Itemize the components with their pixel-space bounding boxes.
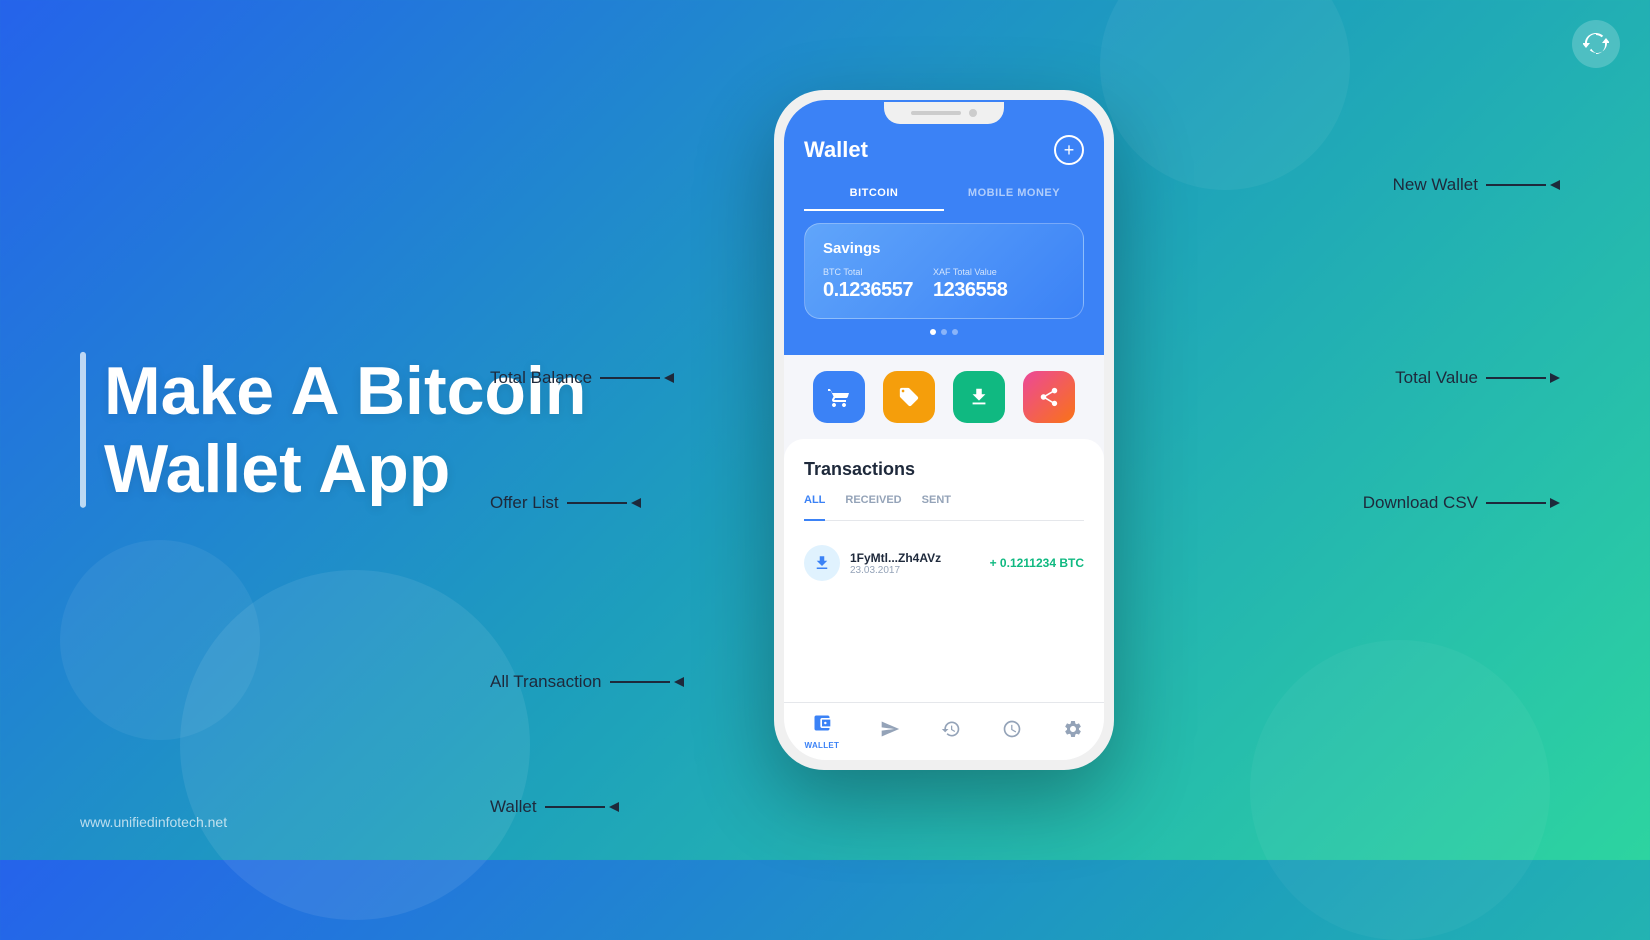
nav-clock[interactable]	[1002, 719, 1022, 744]
btc-total-label: BTC Total	[823, 267, 913, 277]
savings-values: BTC Total 0.1236557 XAF Total Value 1236…	[823, 267, 1065, 302]
logo-icon	[1572, 20, 1620, 68]
transaction-icon	[804, 545, 840, 581]
phone-screen: Wallet + BITCOIN MOBILE MONEY Savings BT…	[784, 100, 1104, 760]
wallet-nav-label-annotation: Wallet	[490, 797, 619, 817]
tab-mobile-money[interactable]: MOBILE MONEY	[944, 177, 1084, 211]
nav-history[interactable]	[941, 719, 961, 744]
bottom-navigation: WALLET	[784, 702, 1104, 760]
tab-bitcoin[interactable]: BITCOIN	[804, 177, 944, 211]
new-wallet-button[interactable]: +	[1054, 135, 1084, 165]
wallet-tabs: BITCOIN MOBILE MONEY	[804, 177, 1084, 211]
total-value-label: Total Value	[1395, 368, 1560, 388]
tab-all[interactable]: ALL	[804, 494, 825, 521]
transaction-tabs: ALL RECEIVED SENT	[804, 494, 1084, 521]
xaf-total-col: XAF Total Value 1236558	[933, 267, 1007, 302]
offer-list-label: Offer List	[490, 493, 641, 513]
transactions-title: Transactions	[804, 459, 1084, 480]
send-nav-icon	[880, 719, 900, 744]
tab-sent[interactable]: SENT	[922, 494, 951, 512]
dot-2	[941, 329, 947, 335]
website-credit: www.unifiedinfotech.net	[80, 814, 227, 830]
notch-line	[911, 111, 961, 115]
savings-card-title: Savings	[823, 240, 1065, 257]
offer-list-button[interactable]	[813, 371, 865, 423]
dot-3	[952, 329, 958, 335]
title-border	[80, 352, 86, 508]
phone-notch	[884, 102, 1004, 124]
transaction-info: 1FyMtl...Zh4AVz 23.03.2017	[850, 551, 980, 576]
nav-send[interactable]	[880, 719, 900, 744]
total-balance-label: Total Balance	[490, 368, 674, 388]
btc-total-value: 0.1236557	[823, 279, 913, 301]
wallet-nav-icon	[812, 713, 832, 738]
all-transaction-label: All Transaction	[490, 672, 684, 692]
history-nav-icon	[941, 719, 961, 744]
new-wallet-label: New Wallet	[1393, 175, 1560, 195]
download-csv-button[interactable]	[953, 371, 1005, 423]
notch-dot	[969, 109, 977, 117]
tab-received[interactable]: RECEIVED	[845, 494, 901, 512]
xaf-total-label: XAF Total Value	[933, 267, 1007, 277]
bg-circle-2	[60, 540, 260, 740]
download-csv-label: Download CSV	[1363, 493, 1560, 513]
tag-button[interactable]	[883, 371, 935, 423]
nav-settings[interactable]	[1063, 719, 1083, 744]
xaf-total-value: 1236558	[933, 279, 1007, 301]
app-header-title: Wallet	[804, 137, 868, 163]
bg-circle-3	[1100, 0, 1350, 190]
share-button[interactable]	[1023, 371, 1075, 423]
transaction-item: 1FyMtl...Zh4AVz 23.03.2017 + 0.1211234 B…	[804, 537, 1084, 589]
card-dots	[804, 329, 1084, 335]
wallet-nav-label: WALLET	[805, 741, 840, 750]
transactions-section: Transactions ALL RECEIVED SENT 1FyMtl...…	[784, 439, 1104, 702]
transaction-address: 1FyMtl...Zh4AVz	[850, 551, 980, 565]
nav-wallet[interactable]: WALLET	[805, 713, 840, 750]
phone-frame: Wallet + BITCOIN MOBILE MONEY Savings BT…	[774, 90, 1114, 770]
blue-content-area: Savings BTC Total 0.1236557 XAF Total Va…	[784, 211, 1104, 355]
savings-card: Savings BTC Total 0.1236557 XAF Total Va…	[804, 223, 1084, 319]
transaction-date: 23.03.2017	[850, 565, 980, 576]
dot-1	[930, 329, 936, 335]
transaction-amount: + 0.1211234 BTC	[990, 556, 1084, 570]
action-buttons	[784, 355, 1104, 439]
clock-nav-icon	[1002, 719, 1022, 744]
settings-nav-icon	[1063, 719, 1083, 744]
btc-total-col: BTC Total 0.1236557	[823, 267, 913, 302]
phone-mockup: Wallet + BITCOIN MOBILE MONEY Savings BT…	[774, 90, 1114, 770]
bg-circle-4	[1250, 640, 1550, 940]
